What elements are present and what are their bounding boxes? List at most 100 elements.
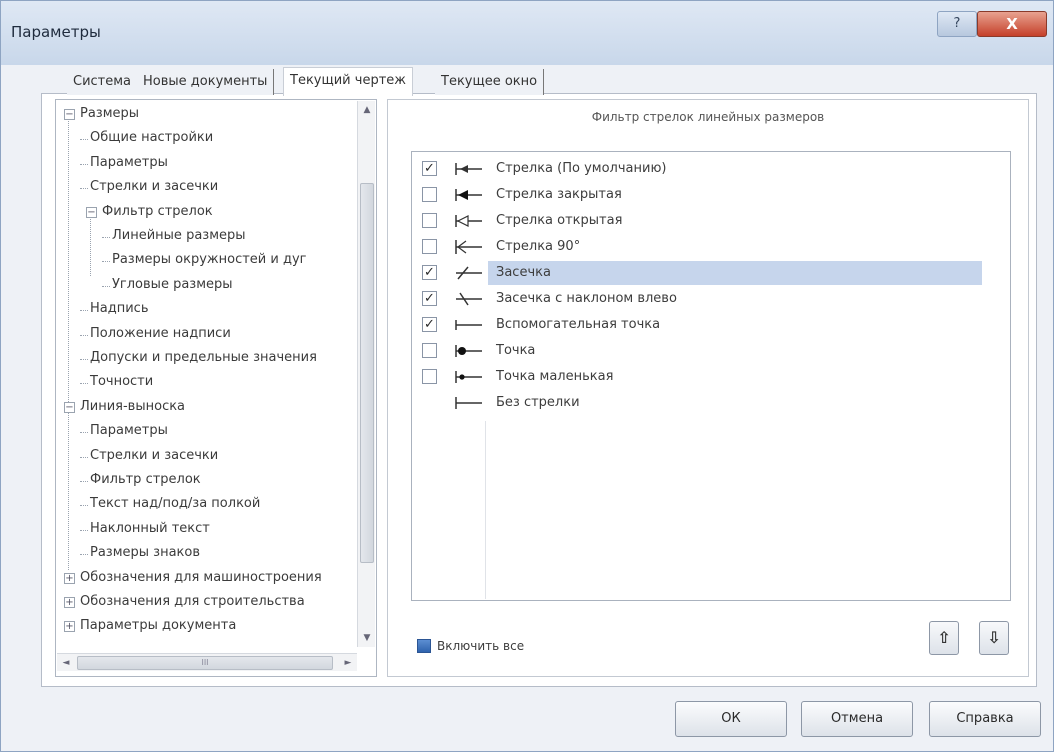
arrow-option-row[interactable]: Стрелка открытая [414,208,984,234]
arrow-option-checkbox[interactable] [422,369,437,384]
tree-item[interactable]: Общие настройки [90,128,213,148]
arrow-option-label: Точка [496,343,536,358]
arrow-type-list: ✓ Стрелка (По умолчанию) Стрелка закрытая С… [411,151,1011,601]
arrow-option-label: Без стрелки [496,395,580,410]
arrow-option-checkbox[interactable] [422,187,437,202]
settings-tree: − Размеры Общие настройки Параметры Стрелки … [55,99,377,677]
arrow-option-row[interactable]: Точка маленькая [414,364,984,390]
dot-icon [455,345,482,357]
window-title: Параметры [11,23,101,41]
hscroll-thumb[interactable]: III [77,656,333,670]
expand-icon[interactable]: + [64,621,75,633]
arrow-option-row[interactable]: Стрелка закрытая [414,182,984,208]
tree-item[interactable]: Стрелки и засечки [90,177,218,197]
tree-item[interactable]: Фильтр стрелок [102,202,213,222]
check-icon: ✓ [424,291,435,306]
tree-item[interactable]: Параметры [90,421,168,441]
arrow-option-row[interactable]: ✓ Вспомогательная точка [414,312,984,338]
tree-vertical-scrollbar[interactable]: ▲ ▼ [357,101,375,647]
tree-item[interactable]: Положение надписи [90,324,231,344]
tree-item[interactable]: Стрелки и засечки [90,446,218,466]
arrow-option-label: Стрелка закрытая [496,187,622,202]
tree-item[interactable]: Текст над/под/за полкой [90,494,260,514]
arrow-option-checkbox[interactable]: ✓ [422,291,437,306]
arrow-option-label: Стрелка (По умолчанию) [496,161,667,176]
collapse-icon[interactable]: − [86,206,97,218]
arrow-option-row[interactable]: Стрелка 90° [414,234,984,260]
expand-icon[interactable]: + [64,572,75,584]
scroll-thumb[interactable] [360,183,374,563]
tab-system[interactable]: Система [67,69,139,95]
tree-item[interactable]: Параметры документа [80,616,236,636]
tree-item[interactable]: Точности [90,372,153,392]
arrow-option-checkbox[interactable]: ✓ [422,265,437,280]
tick-icon [456,266,482,280]
title-bar[interactable]: Параметры ? X [1,1,1053,65]
tree-item[interactable]: Наклонный текст [90,519,210,539]
arrow-option-row[interactable]: ✓ Засечка с наклоном влево [414,286,984,312]
arrow-option-label: Засечка с наклоном влево [496,291,677,306]
arrow-open-icon [455,215,482,227]
arrow-option-checkbox[interactable] [422,343,437,358]
tree-item[interactable]: Фильтр стрелок [90,470,201,490]
cancel-button[interactable]: Отмена [801,701,913,737]
arrow-option-checkbox[interactable]: ✓ [422,161,437,176]
arrow-option-row[interactable]: ✓ Стрелка (По умолчанию) [414,156,984,182]
collapse-icon[interactable]: − [64,401,75,413]
scroll-down-icon[interactable]: ▼ [358,629,376,647]
check-icon: ✓ [424,265,435,280]
close-button[interactable]: X [977,11,1047,37]
tree-item[interactable]: Размеры окружностей и дуг [112,250,306,270]
expand-icon[interactable]: + [64,597,75,608]
ok-button[interactable]: ОК [675,701,787,737]
check-icon: ✓ [424,161,435,176]
arrow-option-label: Точка маленькая [496,369,614,384]
help-title-button[interactable]: ? [937,11,977,37]
tree-item[interactable]: Линейные размеры [112,226,246,246]
tree-item[interactable]: Угловые размеры [112,275,233,295]
arrow-up-icon: ⇧ [937,628,951,647]
scroll-right-icon[interactable]: ► [339,654,357,672]
help-button[interactable]: Справка [929,701,1041,737]
move-up-button[interactable]: ⇧ [929,621,959,655]
tab-current-window[interactable]: Текущее окно [435,69,545,95]
tree-item[interactable]: Обозначения для машиностроения [80,568,322,588]
selection-highlight [488,261,982,285]
enable-all-box[interactable] [417,639,431,653]
arrow-option-row[interactable]: Точка [414,338,984,364]
tick-left-icon [456,292,482,306]
arrow-option-checkbox[interactable]: ✓ [422,317,437,332]
tree-item[interactable]: Обозначения для строительства [80,592,305,612]
tree-item[interactable]: Размеры знаков [90,543,200,563]
tree-item[interactable]: Размеры [80,104,139,124]
scroll-up-icon[interactable]: ▲ [358,101,376,119]
aux-point-icon [455,320,482,330]
tree-item[interactable]: Допуски и предельные значения [90,348,317,368]
arrow-option-label: Засечка [496,265,551,280]
move-down-button[interactable]: ⇩ [979,621,1009,655]
arrow-option-label: Стрелка 90° [496,239,581,254]
tree-item[interactable]: Надпись [90,299,149,319]
collapse-icon[interactable]: − [64,109,75,120]
tree-item[interactable]: Линия-выноска [80,397,185,417]
scroll-left-icon[interactable]: ◄ [57,654,75,672]
panel-header: Фильтр стрелок линейных размеров [591,110,825,124]
arrow-default-icon [455,163,482,175]
arrow-option-row[interactable]: ✓ Засечка [414,260,984,286]
arrow-option-checkbox[interactable] [422,213,437,228]
tree-item[interactable]: Параметры [90,153,168,173]
arrow-closed-icon [455,189,482,201]
arrow-90-icon [455,240,482,254]
enable-all-label: Включить все [437,639,525,653]
settings-dialog: Параметры ? X Система Новые документы Те… [0,0,1054,752]
none-icon [455,397,482,409]
arrow-option-checkbox[interactable] [422,239,437,254]
tab-current-drawing[interactable]: Текущий чертеж [283,67,413,96]
check-icon: ✓ [424,317,435,332]
dot-small-icon [455,371,482,383]
tab-new-documents[interactable]: Новые документы [137,69,275,95]
arrow-option-row[interactable]: Без стрелки [414,390,984,416]
arrow-option-label: Стрелка открытая [496,213,623,228]
tree-horizontal-scrollbar[interactable]: ◄ III ► [57,653,357,671]
arrow-option-label: Вспомогательная точка [496,317,661,332]
